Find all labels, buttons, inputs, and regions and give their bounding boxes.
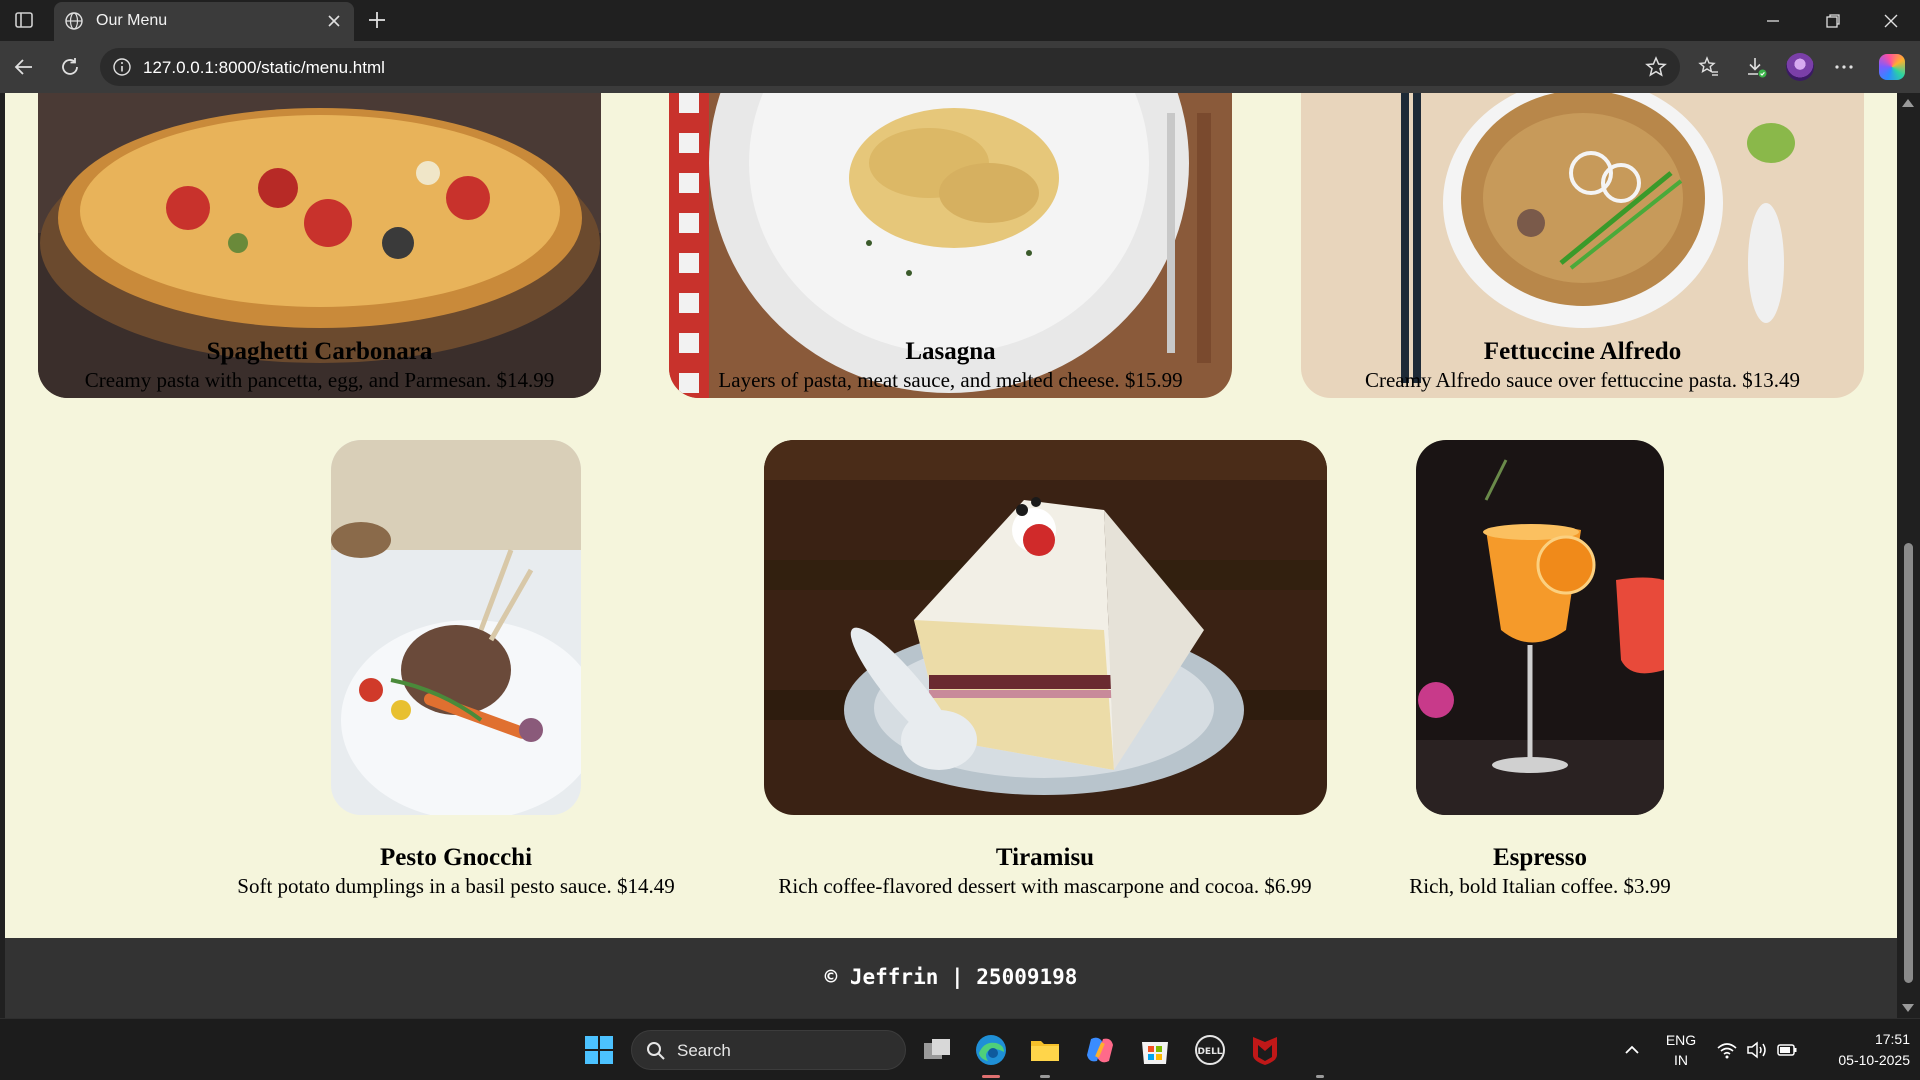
dish-name: Lasagna <box>905 338 996 365</box>
copilot-app-icon[interactable] <box>1083 1033 1117 1067</box>
menu-page: Spaghetti Carbonara Creamy pasta with pa… <box>5 93 1897 1018</box>
edge-active-indicator <box>982 1075 1000 1078</box>
tab-close-icon[interactable] <box>324 11 344 31</box>
url-text: 127.0.0.1:8000/static/menu.html <box>143 58 385 77</box>
dish-description: Creamy pasta with pancetta, egg, and Par… <box>84 368 555 392</box>
tab-title: Our Menu <box>96 12 168 29</box>
search-icon <box>647 1042 665 1060</box>
dish-name: Spaghetti Carbonara <box>206 338 433 365</box>
dish-description: Rich coffee-flavored dessert with mascar… <box>778 874 1312 898</box>
layer-cake-photo <box>764 440 1327 815</box>
search-placeholder: Search <box>677 1041 731 1060</box>
tray-overflow-indicator <box>1316 1075 1324 1078</box>
dish-description: Soft potato dumplings in a basil pesto s… <box>237 874 675 898</box>
downloads-icon[interactable] <box>1744 55 1768 79</box>
language-indicator[interactable]: ENG <box>1663 1032 1699 1048</box>
windows-taskbar: Search DELL ENG IN 17:51 05-10-2025 <box>0 1018 1920 1080</box>
dish-description: Layers of pasta, meat sauce, and melted … <box>718 368 1183 392</box>
address-bar[interactable]: 127.0.0.1:8000/static/menu.html <box>100 48 1680 86</box>
window-close-icon[interactable] <box>1880 10 1902 32</box>
dish-name: Espresso <box>1492 844 1587 871</box>
windows-start-icon[interactable] <box>582 1033 616 1067</box>
chevron-up-icon[interactable] <box>1622 1040 1642 1060</box>
scroll-down-arrow-icon[interactable] <box>1902 1004 1914 1012</box>
battery-icon[interactable] <box>1776 1040 1798 1060</box>
restore-icon[interactable] <box>1822 10 1844 32</box>
sidebar-toggle-icon[interactable] <box>14 10 34 30</box>
favorites-list-icon[interactable] <box>1697 55 1721 79</box>
browser-tab-bar: Our Menu <box>0 0 1920 41</box>
file-explorer-icon[interactable] <box>1028 1033 1062 1067</box>
dish-name: Tiramisu <box>995 844 1095 871</box>
lamb-chop-plate-photo <box>331 440 581 815</box>
orange-cocktail-photo <box>1416 440 1664 815</box>
footer-copyright: © Jeffrin | 25009198 <box>824 965 1078 989</box>
dish-name: Pesto Gnocchi <box>379 844 533 871</box>
refresh-icon[interactable] <box>58 55 82 79</box>
clock-time[interactable]: 17:51 <box>1810 1031 1910 1047</box>
wifi-icon[interactable] <box>1716 1040 1738 1060</box>
page-footer: © Jeffrin | 25009198 <box>5 938 1897 1018</box>
back-arrow-icon[interactable] <box>12 55 36 79</box>
microsoft-store-icon[interactable] <box>1138 1033 1172 1067</box>
scroll-up-arrow-icon[interactable] <box>1902 99 1914 107</box>
browser-toolbar: 127.0.0.1:8000/static/menu.html <box>0 41 1920 93</box>
dish-description: Creamy Alfredo sauce over fettuccine pas… <box>1364 368 1800 392</box>
copilot-icon[interactable] <box>1879 54 1905 80</box>
more-options-icon[interactable] <box>1832 55 1856 79</box>
explorer-running-indicator <box>1040 1075 1050 1078</box>
volume-icon[interactable] <box>1746 1040 1768 1060</box>
dish-description: Rich, bold Italian coffee. $3.99 <box>1409 874 1671 898</box>
mcafee-icon[interactable] <box>1248 1033 1282 1067</box>
vertical-scrollbar[interactable] <box>1897 93 1920 1018</box>
site-info-icon[interactable] <box>112 57 132 77</box>
scrollbar-thumb[interactable] <box>1904 543 1913 983</box>
region-indicator[interactable]: IN <box>1663 1052 1699 1068</box>
clock-date[interactable]: 05-10-2025 <box>1810 1052 1910 1068</box>
dell-icon[interactable]: DELL <box>1193 1033 1227 1067</box>
favorite-star-icon[interactable] <box>1644 55 1668 79</box>
page-viewport: Spaghetti Carbonara Creamy pasta with pa… <box>0 93 1920 1018</box>
new-tab-icon[interactable] <box>366 9 388 31</box>
edge-browser-icon[interactable] <box>974 1033 1008 1067</box>
profile-avatar[interactable] <box>1786 53 1814 81</box>
dish-name: Fettuccine Alfredo <box>1483 338 1682 365</box>
globe-icon <box>65 12 83 30</box>
task-view-icon[interactable] <box>920 1033 954 1067</box>
taskbar-search[interactable]: Search <box>631 1030 906 1070</box>
svg-text:DELL: DELL <box>1197 1047 1222 1057</box>
minimize-icon[interactable] <box>1762 10 1784 32</box>
browser-tab-active[interactable]: Our Menu <box>54 2 354 41</box>
